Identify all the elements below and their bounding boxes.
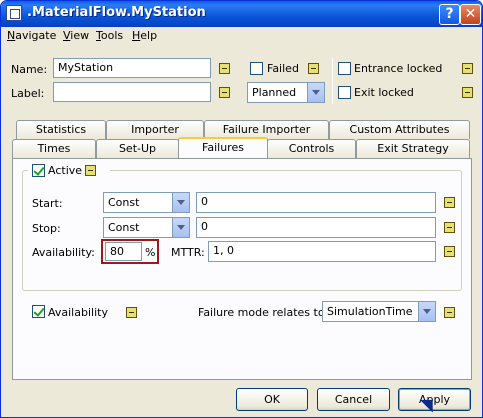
entrance-locked-inherit-indicator[interactable] (462, 63, 473, 74)
entrance-locked-label: Entrance locked (354, 62, 443, 75)
tab-exit-strategy[interactable]: Exit Strategy (356, 139, 470, 158)
availability-checkbox-label: Availability (48, 306, 108, 319)
name-label: Name: (11, 63, 48, 76)
exit-locked-checkbox[interactable] (338, 86, 351, 99)
active-label: Active (48, 164, 83, 177)
mttr-inherit-indicator[interactable] (444, 246, 455, 257)
tab-set-up[interactable]: Set-Up (96, 139, 179, 158)
failed-checkbox[interactable] (250, 62, 263, 75)
chevron-down-icon[interactable] (418, 302, 435, 321)
failed-label: Failed (267, 62, 299, 75)
start-value-field[interactable]: 0 (196, 192, 436, 213)
help-button[interactable]: ? (439, 4, 460, 25)
tab-statistics[interactable]: Statistics (16, 120, 106, 139)
relates-select[interactable]: SimulationTime (322, 301, 436, 322)
relates-select-value: SimulationTime (327, 305, 413, 318)
menu-view[interactable]: View (63, 29, 89, 42)
cancel-button[interactable]: Cancel (317, 388, 390, 411)
chevron-down-icon[interactable] (307, 83, 324, 102)
availability-checkbox[interactable] (32, 305, 45, 318)
name-inherit-indicator[interactable] (219, 63, 230, 74)
stop-label: Stop: (32, 222, 61, 235)
ok-button[interactable]: OK (236, 388, 308, 411)
tab-custom-attributes[interactable]: Custom Attributes (329, 120, 470, 139)
stop-distribution-select[interactable]: Const (103, 217, 190, 238)
mttr-label: MTTR: (171, 246, 205, 259)
entrance-locked-checkbox[interactable] (338, 62, 351, 75)
chevron-down-icon[interactable] (172, 193, 189, 212)
header-divider (332, 58, 333, 104)
menu-bar: Navigate View Tools Help (1, 27, 482, 46)
stop-value-field[interactable]: 0 (196, 217, 436, 238)
mttr-field[interactable]: 1, 0 (208, 241, 436, 262)
start-distribution-select[interactable]: Const (103, 192, 190, 213)
menu-navigate[interactable]: Navigate (7, 29, 56, 42)
name-field[interactable]: MyStation (53, 58, 211, 78)
menu-tools[interactable]: Tools (96, 29, 123, 42)
availability-field[interactable]: 80 (105, 242, 142, 261)
failed-inherit-indicator[interactable] (308, 63, 319, 74)
active-checkbox[interactable] (32, 164, 45, 177)
menu-help[interactable]: Help (132, 29, 157, 42)
percent-label: % (145, 246, 156, 259)
window-title: .MaterialFlow.MyStation (27, 5, 206, 20)
dialog-window: .MaterialFlow.MyStation ? ✕ Navigate Vie… (0, 0, 483, 418)
tab-times[interactable]: Times (12, 139, 96, 158)
relates-label: Failure mode relates to: (198, 306, 329, 319)
chevron-down-icon[interactable] (172, 218, 189, 237)
start-inherit-indicator[interactable] (444, 197, 455, 208)
active-inherit-indicator[interactable] (85, 165, 96, 176)
label-label: Label: (11, 87, 45, 100)
label-field[interactable] (53, 82, 211, 102)
tab-controls[interactable]: Controls (267, 139, 356, 158)
exit-locked-label: Exit locked (354, 86, 414, 99)
availability-label: Availability: (32, 246, 95, 259)
start-distribution-value: Const (108, 196, 140, 209)
availability-check-inherit-indicator[interactable] (126, 307, 137, 318)
tab-failures[interactable]: Failures (178, 137, 268, 158)
window-icon (6, 5, 22, 21)
planned-select[interactable]: Planned (247, 82, 325, 103)
close-button[interactable]: ✕ (460, 4, 481, 25)
stop-distribution-value: Const (108, 221, 140, 234)
label-inherit-indicator[interactable] (219, 87, 230, 98)
relates-inherit-indicator[interactable] (444, 307, 455, 318)
title-bar[interactable]: .MaterialFlow.MyStation ? ✕ (1, 1, 482, 27)
planned-select-value: Planned (252, 86, 297, 99)
start-label: Start: (32, 197, 63, 210)
exit-locked-inherit-indicator[interactable] (462, 87, 473, 98)
stop-inherit-indicator[interactable] (444, 222, 455, 233)
